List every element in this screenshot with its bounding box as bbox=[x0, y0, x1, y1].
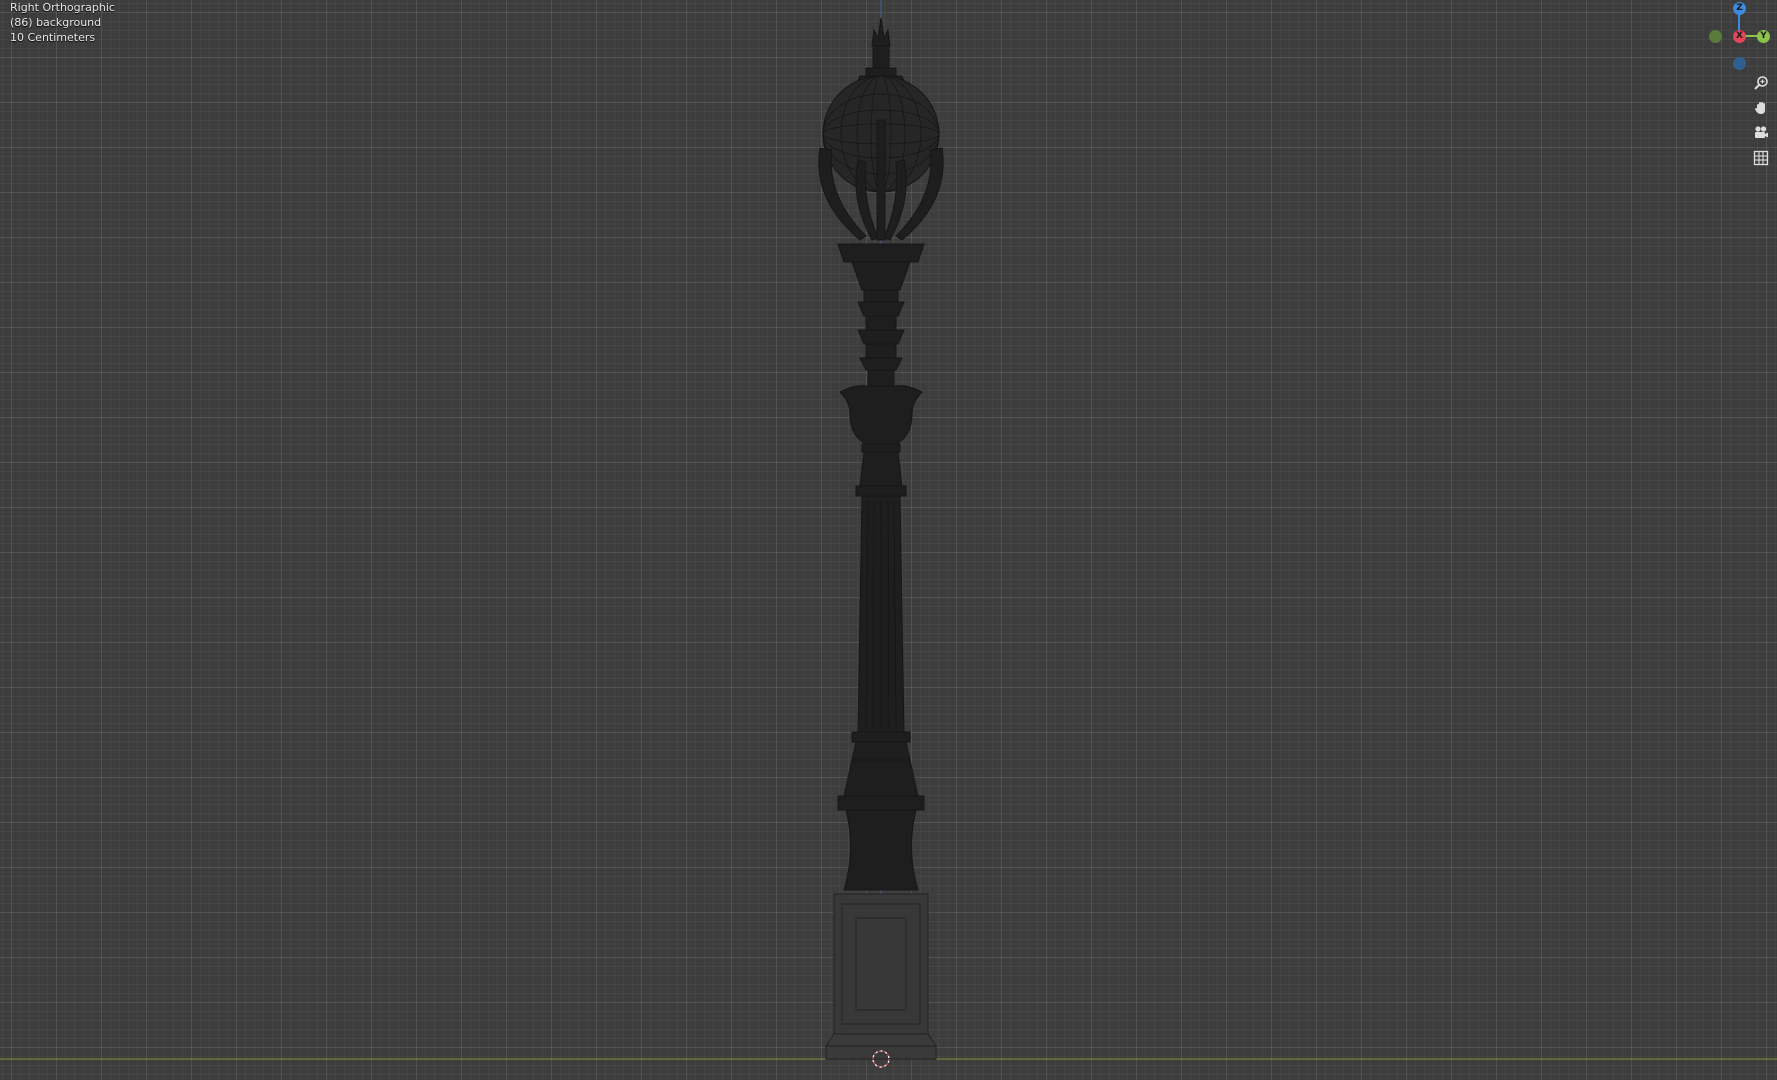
gizmo-y-axis[interactable]: Y bbox=[1757, 30, 1770, 43]
plinth bbox=[833, 893, 929, 1035]
gizmo-x-axis[interactable]: X bbox=[1733, 30, 1746, 43]
upper-disc-3 bbox=[859, 357, 903, 371]
camera-icon bbox=[1755, 126, 1768, 138]
view-name-label: Right Orthographic bbox=[10, 1, 115, 14]
camera-view-button[interactable] bbox=[1750, 122, 1772, 144]
upper-ring-3 bbox=[865, 343, 897, 359]
base-ring bbox=[837, 795, 925, 811]
tulip-base-ring bbox=[861, 443, 901, 453]
lower-flare bbox=[843, 759, 919, 797]
plinth-footing bbox=[825, 1033, 937, 1047]
gizmo-z-axis[interactable]: Z bbox=[1733, 2, 1746, 15]
base-bell bbox=[843, 809, 919, 891]
gizmo-y-negative[interactable] bbox=[1709, 30, 1722, 43]
lamp-crown-neck bbox=[872, 45, 890, 69]
globe-center-rod bbox=[876, 119, 886, 241]
upper-disc-1 bbox=[857, 301, 905, 317]
upper-flare bbox=[837, 243, 925, 263]
pan-button[interactable] bbox=[1750, 97, 1772, 119]
ortho-toggle-button[interactable] bbox=[1750, 147, 1772, 169]
lamp-post-model bbox=[818, 17, 944, 1060]
object-info-label: (86) background bbox=[10, 16, 102, 29]
lamp-crown-collar bbox=[865, 67, 897, 77]
lamp-crown bbox=[871, 17, 891, 47]
scene-wireframe bbox=[0, 0, 1777, 1068]
tulip-ornament bbox=[839, 385, 923, 445]
plinth-base bbox=[825, 1045, 937, 1060]
shaft-collar bbox=[859, 451, 903, 487]
navigation-gizmo[interactable]: Z X Y bbox=[1700, 0, 1777, 72]
lower-collar bbox=[851, 741, 911, 761]
pan-hand-icon bbox=[1755, 102, 1765, 114]
zoom-icon bbox=[1754, 76, 1768, 90]
gizmo-z-negative[interactable] bbox=[1733, 57, 1746, 70]
3d-viewport[interactable]: Right Orthographic (86) background 10 Ce… bbox=[0, 0, 1777, 1080]
scale-info-label: 10 Centimeters bbox=[10, 31, 96, 44]
upper-neck bbox=[867, 369, 895, 387]
upper-bell bbox=[851, 261, 911, 291]
upper-disc-2 bbox=[857, 329, 905, 345]
zoom-button[interactable] bbox=[1750, 72, 1772, 94]
shaft-ring-bottom bbox=[851, 731, 911, 743]
grid-icon bbox=[1753, 150, 1769, 166]
upper-ring-1 bbox=[863, 289, 899, 303]
shaft-ring-top bbox=[855, 485, 907, 497]
upper-ring-2 bbox=[865, 315, 897, 331]
